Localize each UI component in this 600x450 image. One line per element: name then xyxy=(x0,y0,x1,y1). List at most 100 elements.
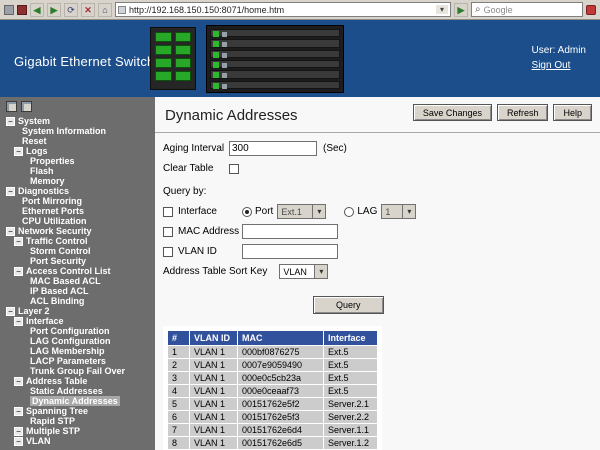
sidebar-item-memory[interactable]: Memory xyxy=(0,176,155,186)
query-form: Aging Interval (Sec) Clear Table Query b… xyxy=(163,141,600,314)
collapse-icon[interactable]: − xyxy=(14,147,23,156)
mac-address-input[interactable] xyxy=(242,224,338,239)
sign-out-link[interactable]: Sign Out xyxy=(532,59,571,72)
table-cell: 3 xyxy=(168,372,190,385)
aging-interval-input[interactable] xyxy=(229,141,317,156)
collapse-all-icon[interactable] xyxy=(21,101,32,112)
sidebar-item-trunk-group-fail-over[interactable]: Trunk Group Fail Over xyxy=(0,366,155,376)
collapse-icon[interactable]: − xyxy=(14,427,23,436)
sidebar-item-label: Multiple STP xyxy=(26,426,80,436)
sort-key-select[interactable]: VLAN ▾ xyxy=(279,264,328,279)
go-icon[interactable]: ▶ xyxy=(454,3,468,17)
save-changes-button[interactable]: Save Changes xyxy=(413,104,492,121)
port-label: Port xyxy=(255,206,273,217)
sidebar-item-flash[interactable]: Flash xyxy=(0,166,155,176)
main-panel: Dynamic Addresses Save Changes Refresh H… xyxy=(155,97,600,450)
sidebar-item-lacp-parameters[interactable]: LACP Parameters xyxy=(0,356,155,366)
url-bar[interactable]: http://192.168.150.150:8071/home.htm ▾ xyxy=(115,2,451,17)
collapse-icon[interactable]: − xyxy=(14,237,23,246)
sidebar-item-multiple-stp[interactable]: −Multiple STP xyxy=(0,426,155,436)
table-row: 8VLAN 100151762e6d5Server.1.2 xyxy=(168,437,378,450)
table-cell: 4 xyxy=(168,385,190,398)
collapse-icon[interactable]: − xyxy=(14,407,23,416)
table-cell: 00151762e5f2 xyxy=(238,398,324,411)
interface-checkbox[interactable] xyxy=(163,207,173,217)
search-box[interactable]: ⌕ Google xyxy=(471,2,583,17)
table-cell: 2 xyxy=(168,359,190,372)
sidebar-item-spanning-tree[interactable]: −Spanning Tree xyxy=(0,406,155,416)
collapse-icon[interactable]: − xyxy=(14,437,23,446)
mac-address-checkbox[interactable] xyxy=(163,227,173,237)
sidebar-item-mac-based-acl[interactable]: MAC Based ACL xyxy=(0,276,155,286)
url-dropdown-icon[interactable]: ▾ xyxy=(436,5,448,14)
port-radio[interactable] xyxy=(242,207,252,217)
sidebar: −SystemSystem InformationReset−LogsPrope… xyxy=(0,97,155,450)
sidebar-item-system[interactable]: −System xyxy=(0,116,155,126)
page-header: Dynamic Addresses Save Changes Refresh H… xyxy=(155,97,600,133)
sidebar-item-address-table[interactable]: −Address Table xyxy=(0,376,155,386)
sidebar-item-dynamic-addresses[interactable]: Dynamic Addresses xyxy=(0,396,155,406)
collapse-icon[interactable]: − xyxy=(6,187,15,196)
collapse-icon[interactable]: − xyxy=(14,317,23,326)
table-row: 1VLAN 1000bf0876275Ext.5 xyxy=(168,346,378,359)
sidebar-item-access-control-list[interactable]: −Access Control List xyxy=(0,266,155,276)
table-cell: VLAN 1 xyxy=(190,398,238,411)
expand-all-icon[interactable] xyxy=(6,101,17,112)
window-icon xyxy=(17,5,27,15)
vlan-id-checkbox[interactable] xyxy=(163,247,173,257)
column-header: MAC xyxy=(238,331,324,346)
sidebar-item-port-configuration[interactable]: Port Configuration xyxy=(0,326,155,336)
lag-radio[interactable] xyxy=(344,207,354,217)
refresh-button[interactable]: Refresh xyxy=(497,104,549,121)
sidebar-item-rapid-stp[interactable]: Rapid STP xyxy=(0,416,155,426)
sidebar-item-diagnostics[interactable]: −Diagnostics xyxy=(0,186,155,196)
sidebar-item-network-security[interactable]: −Network Security xyxy=(0,226,155,236)
sidebar-item-properties[interactable]: Properties xyxy=(0,156,155,166)
sidebar-item-static-addresses[interactable]: Static Addresses xyxy=(0,386,155,396)
sidebar-item-ip-based-acl[interactable]: IP Based ACL xyxy=(0,286,155,296)
sidebar-item-logs[interactable]: −Logs xyxy=(0,146,155,156)
sidebar-item-lag-membership[interactable]: LAG Membership xyxy=(0,346,155,356)
forward-icon[interactable]: ▶ xyxy=(47,3,61,17)
reload-icon[interactable]: ⟳ xyxy=(64,3,78,17)
sidebar-item-lag-configuration[interactable]: LAG Configuration xyxy=(0,336,155,346)
sidebar-item-layer-2[interactable]: −Layer 2 xyxy=(0,306,155,316)
sidebar-item-cpu-utilization[interactable]: CPU Utilization xyxy=(0,216,155,226)
sidebar-item-label: Layer 2 xyxy=(18,306,50,316)
sidebar-item-interface[interactable]: −Interface xyxy=(0,316,155,326)
collapse-icon[interactable]: − xyxy=(6,227,15,236)
sidebar-item-label: Address Table xyxy=(26,376,87,386)
mac-address-label: MAC Address xyxy=(178,226,242,237)
sidebar-item-label: LACP Parameters xyxy=(30,356,106,366)
collapse-icon[interactable]: − xyxy=(6,307,15,316)
sidebar-item-vlan[interactable]: −VLAN xyxy=(0,436,155,446)
table-cell: 000e0c5cb23a xyxy=(238,372,324,385)
vlan-id-input[interactable] xyxy=(242,244,338,259)
back-icon[interactable]: ◀ xyxy=(30,3,44,17)
lag-select[interactable]: 1 ▾ xyxy=(381,204,416,219)
content-area: −SystemSystem InformationReset−LogsPrope… xyxy=(0,97,600,450)
clear-table-checkbox[interactable] xyxy=(229,164,239,174)
collapse-icon[interactable]: − xyxy=(14,377,23,386)
stop-icon[interactable]: ✕ xyxy=(81,3,95,17)
sidebar-item-storm-control[interactable]: Storm Control xyxy=(0,246,155,256)
home-icon[interactable]: ⌂ xyxy=(98,3,112,17)
sidebar-item-acl-binding[interactable]: ACL Binding xyxy=(0,296,155,306)
sidebar-item-ethernet-ports[interactable]: Ethernet Ports xyxy=(0,206,155,216)
port-select-arrow-icon[interactable]: ▾ xyxy=(312,205,325,218)
lag-select-arrow-icon[interactable]: ▾ xyxy=(402,205,415,218)
lag-label: LAG xyxy=(357,206,377,217)
port-select[interactable]: Ext.1 ▾ xyxy=(277,204,326,219)
query-button[interactable]: Query xyxy=(313,296,384,314)
sidebar-item-reset[interactable]: Reset xyxy=(0,136,155,146)
chrome-extension-icon xyxy=(586,5,596,15)
collapse-icon[interactable]: − xyxy=(14,267,23,276)
sort-key-select-arrow-icon[interactable]: ▾ xyxy=(314,265,327,278)
sidebar-item-port-mirroring[interactable]: Port Mirroring xyxy=(0,196,155,206)
blade-chassis-image xyxy=(206,25,344,93)
sidebar-item-port-security[interactable]: Port Security xyxy=(0,256,155,266)
sidebar-item-traffic-control[interactable]: −Traffic Control xyxy=(0,236,155,246)
help-button[interactable]: Help xyxy=(553,104,592,121)
collapse-icon[interactable]: − xyxy=(6,117,15,126)
sidebar-item-system-information[interactable]: System Information xyxy=(0,126,155,136)
